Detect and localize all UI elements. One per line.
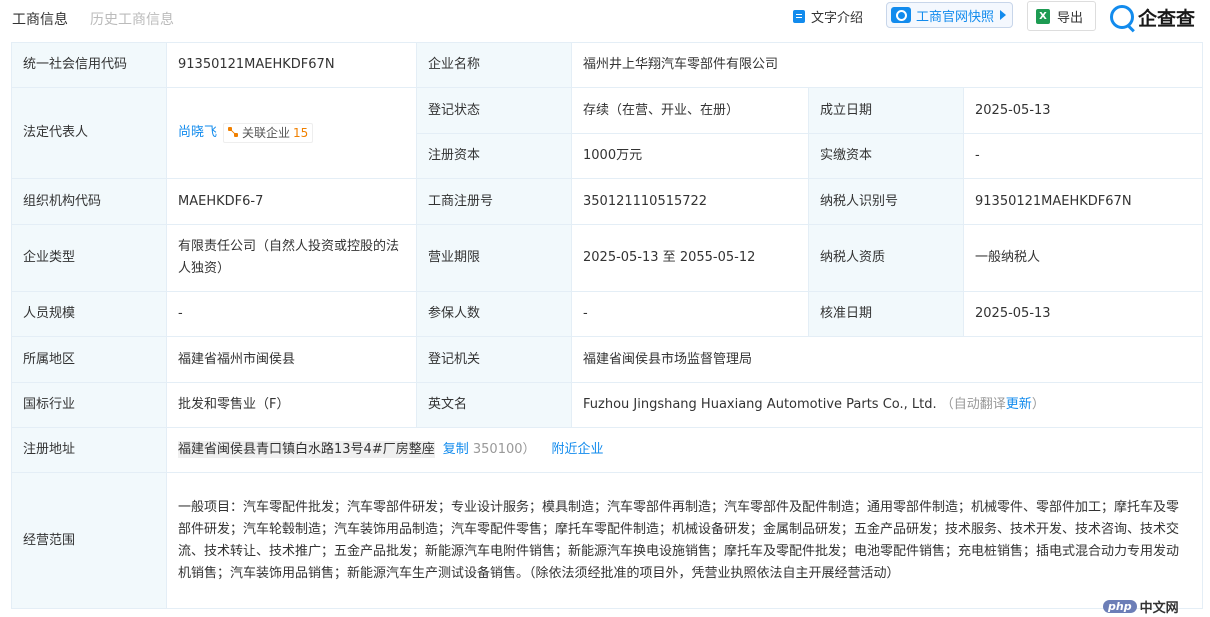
region-label: 所属地区 — [11, 336, 167, 383]
legal-rep-cell: 尚晓飞 关联企业 15 — [166, 87, 417, 179]
table-row: 注册地址 福建省闽侯县青口镇白水路13号4#厂房整座 复制 350100） 附近企业 — [11, 427, 1203, 473]
english-name-cell: Fuzhou Jingshang Huaxiang Automotive Par… — [571, 382, 1203, 428]
industry-label: 国标行业 — [11, 382, 167, 428]
reg-authority-value: 福建省闽侯县市场监督管理局 — [571, 336, 1203, 383]
reg-capital-value: 1000万元 — [571, 133, 809, 179]
paid-capital-value: - — [963, 133, 1203, 179]
play-arrow-icon — [1000, 10, 1007, 20]
watermark-cn: 中文网 — [1139, 601, 1179, 616]
address-cell: 福建省闽侯县青口镇白水路13号4#厂房整座 复制 350100） 附近企业 — [166, 427, 1203, 473]
related-companies-badge[interactable]: 关联企业 15 — [223, 122, 314, 143]
scope-value: 一般项目：汽车零配件批发；汽车零部件研发；专业设计服务；模具制造；汽车零部件再制… — [166, 472, 1203, 609]
taxpayer-id-value: 91350121MAEHKDF67N — [963, 178, 1203, 225]
reg-status-label: 登记状态 — [416, 87, 572, 134]
reg-authority-label: 登记机关 — [416, 336, 572, 383]
region-value: 福建省福州市闽侯县 — [166, 336, 417, 383]
company-name-label: 企业名称 — [416, 42, 572, 88]
tab-history-business-info[interactable]: 历史工商信息 — [90, 9, 174, 29]
excel-icon: X — [1036, 8, 1050, 24]
php-cn-watermark: php 中文网 — [1103, 597, 1179, 616]
table-row: 国标行业 批发和零售业（F） 英文名 Fuzhou Jingshang Huax… — [11, 382, 1203, 428]
table-row: 企业类型 有限责任公司（自然人投资或控股的法人独资） 营业期限 2025-05-… — [11, 224, 1203, 292]
table-row: 统一社会信用代码 91350121MAEHKDF67N 企业名称 福州井上华翔汽… — [11, 42, 1203, 88]
approve-date-value: 2025-05-13 — [963, 291, 1203, 337]
taxpayer-id-label: 纳税人识别号 — [808, 178, 964, 225]
biz-reg-no-label: 工商注册号 — [416, 178, 572, 225]
company-name-value: 福州井上华翔汽车零部件有限公司 — [571, 42, 1203, 88]
address-value: 福建省闽侯县青口镇白水路13号4#厂房整座 — [178, 441, 435, 458]
staff-size-label: 人员规模 — [11, 291, 167, 337]
relation-icon — [228, 127, 239, 138]
address-label: 注册地址 — [11, 427, 167, 473]
table-row: 所属地区 福建省福州市闽侯县 登记机关 福建省闽侯县市场监督管理局 — [11, 336, 1203, 383]
copy-address-link[interactable]: 复制 — [443, 442, 469, 457]
export-label: 导出 — [1057, 10, 1084, 26]
staff-size-value: - — [166, 291, 417, 337]
biz-reg-no-value: 350121110515722 — [571, 178, 809, 225]
org-code-value: MAEHKDF6-7 — [166, 178, 417, 225]
nearby-companies-link[interactable]: 附近企业 — [552, 442, 604, 457]
company-type-label: 企业类型 — [11, 224, 167, 292]
legal-rep-name-link[interactable]: 尚晓飞 — [178, 125, 217, 140]
camera-icon — [891, 7, 911, 23]
official-snapshot-button[interactable]: 工商官网快照 — [886, 2, 1014, 28]
tab-business-info[interactable]: 工商信息 — [12, 9, 68, 29]
related-companies-count: 15 — [293, 125, 309, 140]
top-bar: 工商信息 历史工商信息 文字介绍 工商官网快照 X 导出 企查查 — [0, 0, 1210, 40]
english-name-label: 英文名 — [416, 382, 572, 428]
org-code-label: 组织机构代码 — [11, 178, 167, 225]
legal-rep-label: 法定代表人 — [11, 87, 167, 179]
export-button[interactable]: X 导出 — [1027, 1, 1097, 31]
text-intro-button[interactable]: 文字介绍 — [793, 2, 863, 30]
paid-capital-label: 实缴资本 — [808, 133, 964, 179]
insured-value: - — [571, 291, 809, 337]
text-intro-label: 文字介绍 — [811, 10, 864, 26]
taxpayer-qual-value: 一般纳税人 — [963, 224, 1203, 292]
update-translation-link[interactable]: 更新 — [1006, 397, 1032, 412]
industry-value: 批发和零售业（F） — [166, 382, 417, 428]
official-snapshot-label: 工商官网快照 — [916, 9, 995, 25]
english-name-value: Fuzhou Jingshang Huaxiang Automotive Par… — [583, 397, 937, 412]
auto-translate-hint: （自动翻译更新） — [940, 397, 1045, 412]
business-info-table: 统一社会信用代码 91350121MAEHKDF67N 企业名称 福州井上华翔汽… — [11, 42, 1203, 609]
reg-capital-label: 注册资本 — [416, 133, 572, 179]
table-row: 法定代表人 尚晓飞 关联企业 15 登记状态 存续（在营、开业、在册） 成立日期 2… — [11, 87, 1203, 179]
biz-term-label: 营业期限 — [416, 224, 572, 292]
biz-term-value: 2025-05-13 至 2055-05-12 — [571, 224, 809, 292]
credit-code-value: 91350121MAEHKDF67N — [166, 42, 417, 88]
table-row: 经营范围 一般项目：汽车零配件批发；汽车零部件研发；专业设计服务；模具制造；汽车… — [11, 472, 1203, 609]
postcode: 350100） — [472, 442, 536, 457]
table-row: 人员规模 - 参保人数 - 核准日期 2025-05-13 — [11, 291, 1203, 337]
watermark-php: php — [1103, 600, 1137, 613]
insured-label: 参保人数 — [416, 291, 572, 337]
table-row: 组织机构代码 MAEHKDF6-7 工商注册号 350121110515722 … — [11, 178, 1203, 225]
qichacha-logo: 企查查 — [1110, 3, 1195, 31]
scope-label: 经营范围 — [11, 472, 167, 609]
reg-status-value: 存续（在营、开业、在册） — [571, 87, 809, 134]
related-companies-label: 关联企业 — [242, 125, 291, 140]
taxpayer-qual-label: 纳税人资质 — [808, 224, 964, 292]
logo-text: 企查查 — [1138, 7, 1196, 30]
found-date-value: 2025-05-13 — [963, 87, 1203, 134]
magnifier-logo-icon — [1110, 5, 1134, 29]
company-type-value: 有限责任公司（自然人投资或控股的法人独资） — [166, 224, 417, 292]
approve-date-label: 核准日期 — [808, 291, 964, 337]
found-date-label: 成立日期 — [808, 87, 964, 134]
document-icon — [793, 9, 805, 23]
credit-code-label: 统一社会信用代码 — [11, 42, 167, 88]
